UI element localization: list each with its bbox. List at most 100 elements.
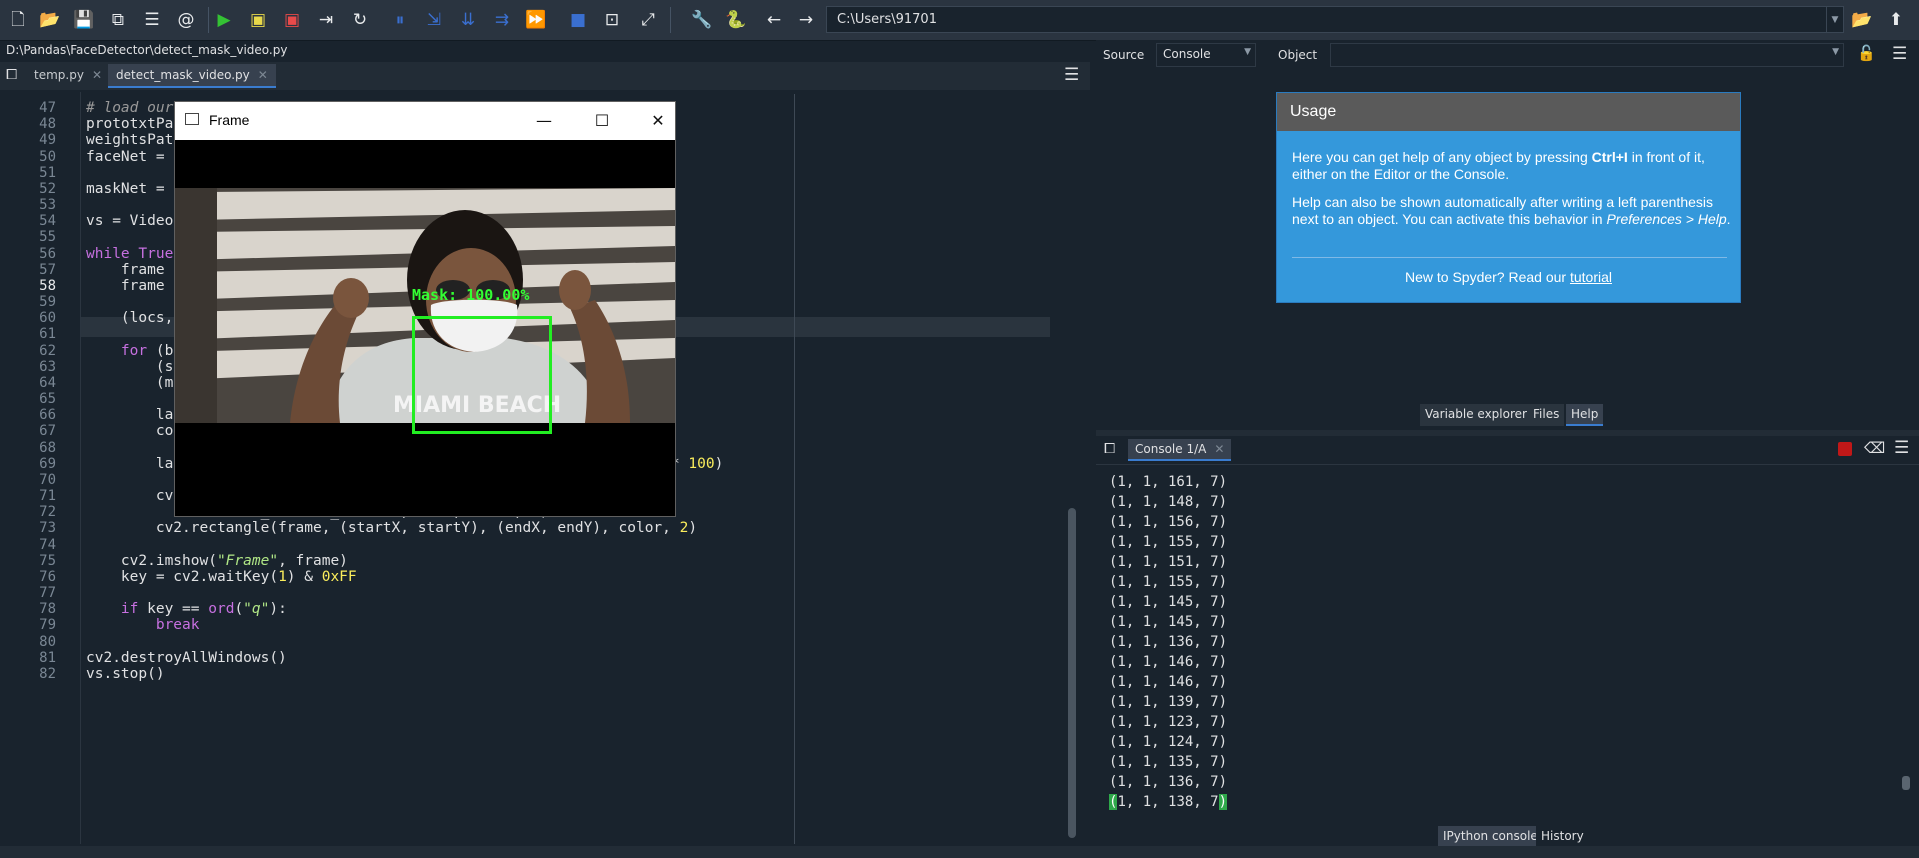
fullscreen-icon[interactable]: ⤢ <box>634 6 662 34</box>
forward-arrow-icon[interactable]: → <box>792 6 820 34</box>
tab-temp-py[interactable]: temp.py ✕ <box>26 64 110 88</box>
toolbar-separator <box>208 7 209 33</box>
open-file-icon[interactable]: 📂 <box>36 6 64 34</box>
step-into-icon[interactable]: ⇊ <box>454 6 482 34</box>
line-number: 63 <box>39 358 56 375</box>
console-tab-label: Console 1/A <box>1135 442 1207 456</box>
close-icon[interactable]: ✕ <box>1214 442 1224 456</box>
chevron-down-icon[interactable]: ▼ <box>1244 47 1251 57</box>
debug-icon[interactable]: ⏸ <box>386 6 414 34</box>
close-icon[interactable]: ✕ <box>92 68 102 82</box>
line-number: 61 <box>39 326 56 343</box>
save-all-icon[interactable]: ⧉ <box>104 6 132 34</box>
maximize-button[interactable]: ☐ <box>585 108 619 132</box>
run-icon[interactable]: ▶ <box>210 6 238 34</box>
line-number: 52 <box>39 180 56 197</box>
status-bar <box>0 846 1919 858</box>
line-number: 74 <box>39 536 56 553</box>
lock-icon[interactable]: 🔓 <box>1857 44 1876 62</box>
tutorial-link[interactable]: tutorial <box>1570 269 1612 285</box>
usage-footer: New to Spyder? Read our tutorial <box>1277 269 1740 285</box>
console-scrollbar[interactable] <box>1900 470 1910 814</box>
console-line: (1, 1, 145, 7) <box>1109 614 1228 630</box>
new-file-icon[interactable]: 🗋 <box>4 6 32 34</box>
browse-tabs-icon[interactable]: ⧠ <box>6 67 17 83</box>
stop-icon[interactable]: ■ <box>564 6 592 34</box>
tools-icon[interactable]: 🔧 <box>688 6 716 34</box>
chevron-down-icon[interactable]: ▼ <box>1826 7 1843 32</box>
tab-history[interactable]: History <box>1536 826 1589 848</box>
editor-scrollbar-thumb[interactable] <box>1068 508 1076 838</box>
at-icon[interactable]: @ <box>172 6 200 34</box>
code-line: for (b <box>120 342 174 359</box>
close-icon[interactable]: ✕ <box>258 68 268 82</box>
working-directory-path: C:\Users\91701 <box>837 12 937 27</box>
line-number: 67 <box>39 423 56 440</box>
code-line: break <box>155 617 200 634</box>
line-number: 69 <box>39 455 56 472</box>
python-path-icon[interactable]: 🐍 <box>722 6 750 34</box>
step-icon[interactable]: ⇲ <box>420 6 448 34</box>
console-scrollbar-thumb[interactable] <box>1902 776 1910 790</box>
editor-file-path: D:\Pandas\FaceDetector\detect_mask_video… <box>6 43 288 57</box>
toolbar-separator <box>670 7 671 33</box>
stop-kernel-icon[interactable] <box>1838 442 1852 456</box>
bracket-match: ) <box>1218 794 1228 810</box>
line-number: 77 <box>39 585 56 602</box>
close-button[interactable]: ✕ <box>641 108 675 132</box>
code-line: if key == ord("q"): <box>120 601 287 618</box>
console-line: (1, 1, 145, 7) <box>1109 594 1228 610</box>
outline-icon[interactable]: ☰ <box>138 6 166 34</box>
rerun-icon[interactable]: ↻ <box>346 6 374 34</box>
tab-ipython-console[interactable]: IPython console <box>1438 826 1543 848</box>
continue-icon[interactable]: ⏩ <box>522 6 550 34</box>
line-number: 76 <box>39 568 56 585</box>
mask-label-overlay: Mask: 100.00% <box>412 286 530 304</box>
console-line: (1, 1, 136, 7) <box>1109 634 1228 650</box>
editor-options-icon[interactable]: ☰ <box>1064 65 1079 85</box>
tab-console-1a[interactable]: Console 1/A ✕ <box>1128 439 1232 461</box>
tab-variable-explorer[interactable]: Variable explorer <box>1420 404 1532 426</box>
code-line: cv2.destroyAllWindows() <box>86 649 287 666</box>
source-combobox[interactable]: Console ▼ <box>1156 43 1256 67</box>
shortcut-text: Ctrl+I <box>1591 149 1628 165</box>
frame-window[interactable]: Frame — ☐ ✕ MIAMI BEACH Mask: 100.00% <box>174 101 676 517</box>
help-options-icon[interactable]: ☰ <box>1892 44 1907 64</box>
ipython-console-output[interactable]: (1, 1, 161, 7) (1, 1, 148, 7) (1, 1, 156, … <box>1100 466 1900 818</box>
usage-text: New to Spyder? Read our <box>1404 269 1570 285</box>
line-number: 66 <box>39 407 56 424</box>
code-line: (s <box>86 358 174 375</box>
save-icon[interactable]: 💾 <box>70 6 98 34</box>
tab-detect-mask-video-py[interactable]: detect_mask_video.py ✕ <box>108 64 276 88</box>
chevron-down-icon[interactable]: ▼ <box>1832 47 1839 57</box>
run-selection-icon[interactable]: ⇥ <box>312 6 340 34</box>
code-line: maskNet = <box>86 180 174 197</box>
tab-files[interactable]: Files <box>1528 404 1565 426</box>
console-line: (1, 1, 138, 7) <box>1109 794 1228 810</box>
minimize-button[interactable]: — <box>527 108 561 132</box>
step-return-icon[interactable]: ⇉ <box>488 6 516 34</box>
console-options-icon[interactable]: ☰ <box>1894 438 1909 458</box>
working-directory-input[interactable]: C:\Users\91701 ▼ <box>826 6 1844 33</box>
run-cell-advance-icon[interactable]: ▣ <box>278 6 306 34</box>
code-line: frame <box>86 261 174 278</box>
line-number: 65 <box>39 391 56 408</box>
object-input[interactable]: ▼ <box>1330 43 1844 67</box>
eraser-icon[interactable]: ⌫ <box>1864 439 1885 457</box>
frame-title-bar[interactable]: Frame — ☐ ✕ <box>175 102 675 140</box>
code-line: co <box>86 423 174 440</box>
browse-folder-icon[interactable]: 📂 <box>1848 6 1876 34</box>
back-arrow-icon[interactable]: ← <box>760 6 788 34</box>
console-line: (1, 1, 148, 7) <box>1109 494 1228 510</box>
parent-directory-icon[interactable]: ⬆ <box>1882 6 1910 34</box>
usage-paragraph-2: Help can also be shown automatically aft… <box>1292 194 1732 228</box>
line-number: 62 <box>39 342 56 359</box>
code-line: weightsPat <box>86 132 174 149</box>
run-cell-icon[interactable]: ▣ <box>244 6 272 34</box>
tab-help[interactable]: Help <box>1566 404 1604 426</box>
tab-label: temp.py <box>34 68 84 82</box>
maximize-pane-icon[interactable]: ⊡ <box>598 6 626 34</box>
line-number: 78 <box>39 601 56 618</box>
browse-tabs-icon[interactable]: ⧠ <box>1104 441 1115 457</box>
line-number: 48 <box>39 116 56 133</box>
